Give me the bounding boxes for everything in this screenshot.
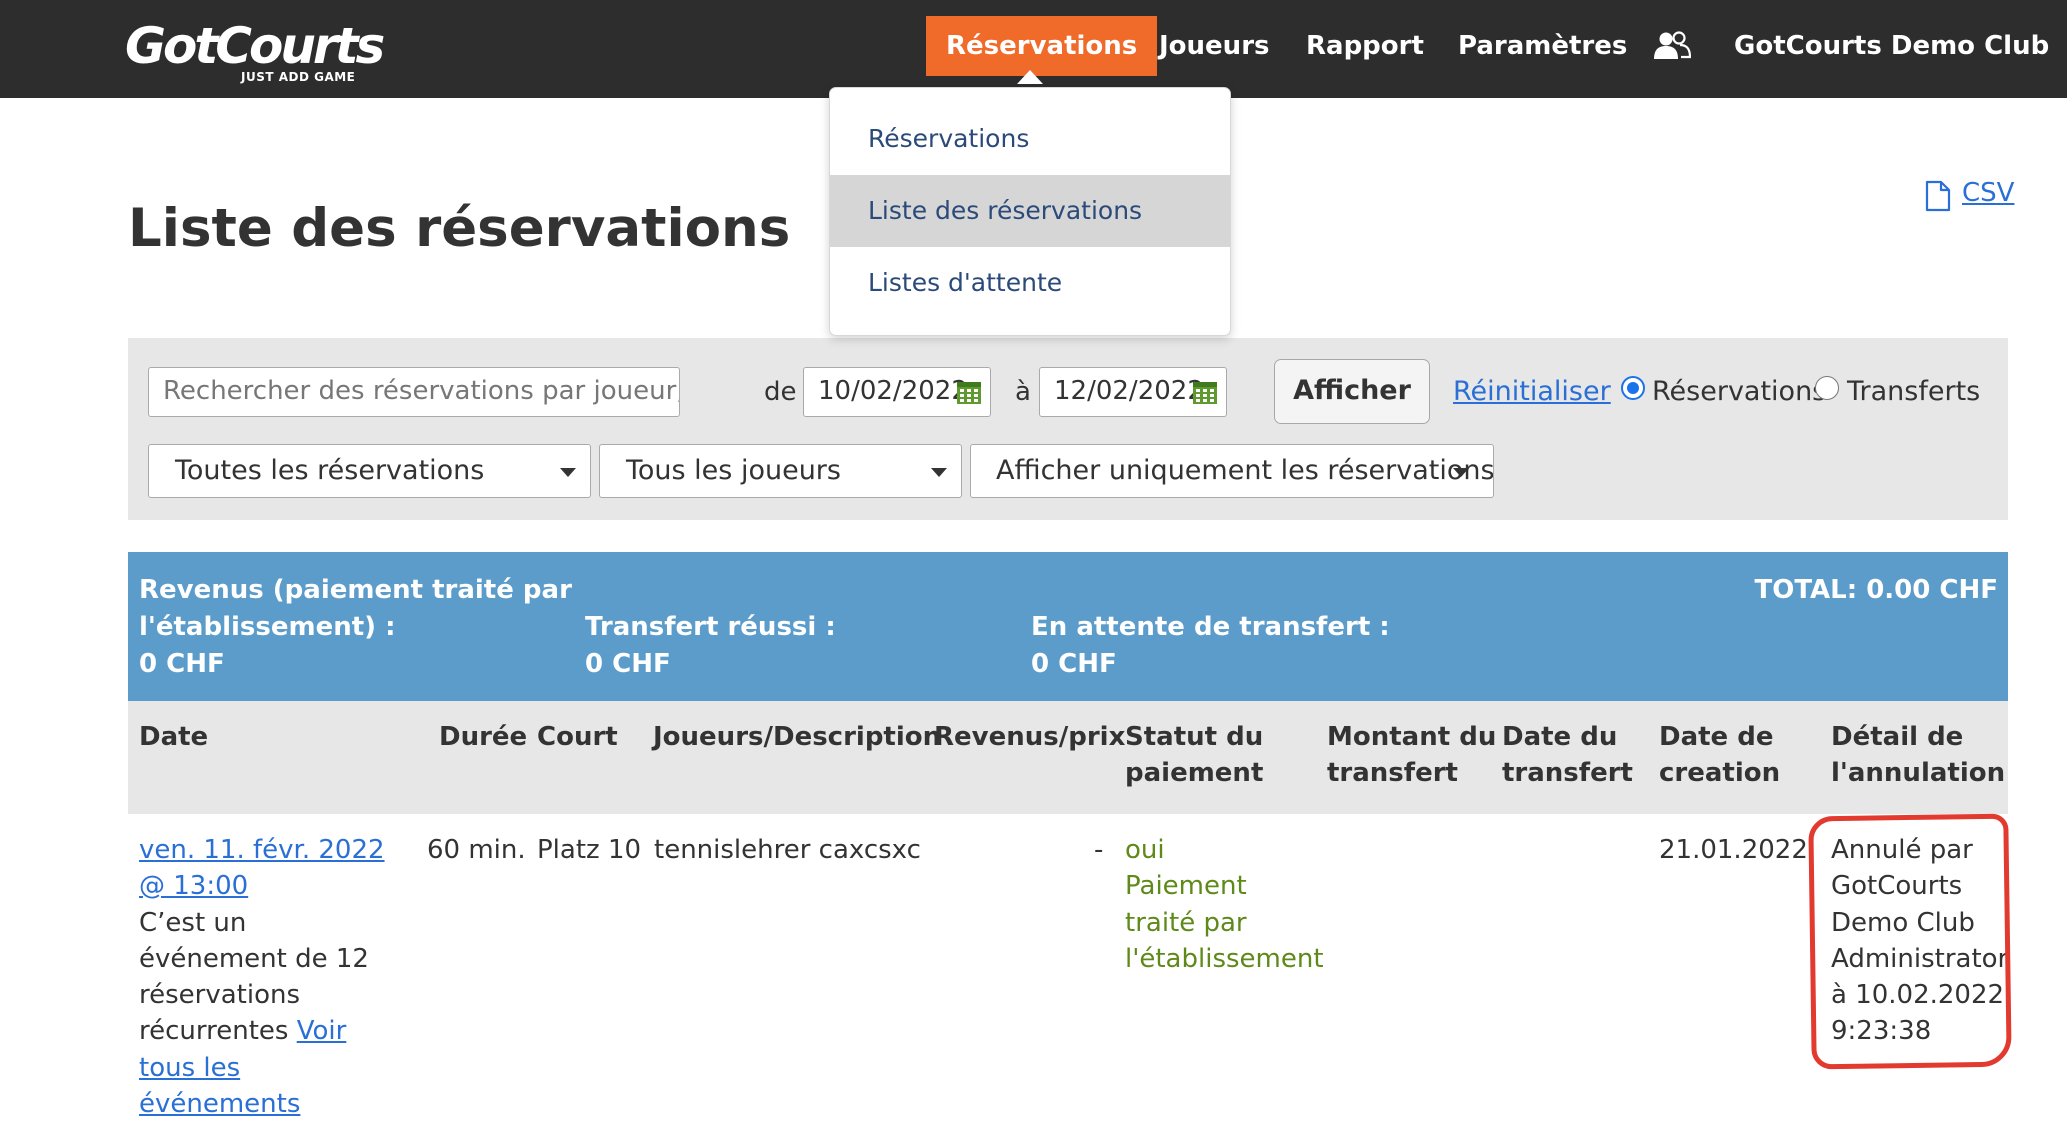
booking-date-line1: ven. 11. févr. 2022 [139,835,385,865]
column-date: Date [139,722,209,752]
column-transfer-amount-line1: Montant du [1327,722,1497,752]
column-players: Joueurs/Description [653,722,942,752]
see-all-events-link[interactable]: Voir [297,1016,347,1046]
column-transfer-date: Date du transfert [1502,719,1633,791]
nav-players[interactable]: Joueurs [1159,16,1270,76]
from-label: de [764,377,797,407]
transfer-success-label: Transfert réussi : [585,612,836,642]
menu-item-reservations[interactable]: Réservations [830,103,1230,175]
calendar-icon[interactable] [956,379,982,405]
search-input[interactable]: Rechercher des réservations par joueur,.… [148,367,680,417]
nav-settings[interactable]: Paramètres [1458,16,1627,76]
column-transfer-date-line2: transfert [1502,758,1633,788]
from-date-input[interactable]: 10/02/2022 [803,367,991,417]
payment-status-line1: oui [1125,835,1165,865]
revenue-cell: - [1094,835,1104,865]
column-created-line2: creation [1659,758,1781,788]
radio-transfers-label: Transferts [1847,376,1981,407]
logo-wordmark: GotCourts [125,17,385,75]
revenue-summary: Revenus (paiement traité par l'établisse… [139,572,572,683]
court-cell: Platz 10 [537,835,642,865]
revenue-label-line1: Revenus (paiement traité par [139,575,572,605]
payment-status-cell: oui Paiement traité par l'établissement [1125,832,1324,977]
booking-date-line2: @ 13:00 [139,871,249,902]
column-transfer-amount-line2: transfert [1327,758,1458,788]
recurrence-text-line2: événement de 12 [139,943,369,974]
payment-status-line4: l'établissement [1125,943,1324,974]
logo-tagline: JUST ADD GAME [241,70,356,84]
column-cancellation-line2: l'annulation [1831,758,2006,788]
player-select[interactable]: Tous les joueurs [599,444,962,498]
to-date-input[interactable]: 12/02/2022 [1039,367,1227,417]
reservation-type-value: Toutes les réservations [175,455,485,486]
column-created: Date de creation [1659,719,1780,791]
column-cancellation-line1: Détail de [1831,722,1964,752]
radio-reservations-label: Réservations [1652,376,1827,407]
revenue-summary-banner: Revenus (paiement traité par l'établisse… [128,552,2008,701]
cancelled-filter-select[interactable]: Afficher uniquement les réservations ann… [970,444,1494,498]
players-cell: tennislehrer caxcsxc [654,835,921,865]
reset-link[interactable]: Réinitialiser [1453,367,1611,417]
date-cell: ven. 11. févr. 2022 @ 13:00 C’est un évé… [139,832,385,1122]
recurrence-text-line3: réservations [139,980,301,1011]
recurrence-text-line1: C’est un [139,907,247,938]
show-button[interactable]: Afficher [1274,359,1430,424]
radio-transfers[interactable] [1815,376,1839,400]
payment-status-line3: traité par [1125,907,1247,938]
users-icon[interactable] [1653,30,1691,60]
created-date-cell: 21.01.2022 [1659,835,1808,865]
player-select-value: Tous les joueurs [626,455,841,486]
annotation-highlight [1808,813,2012,1070]
recurrence-text-line4: récurrentes [139,1016,289,1047]
gotcourts-logo[interactable]: GotCourts JUST ADD GAME [125,18,385,88]
table-header: Date Durée Court Joueurs/Description Rev… [128,701,2008,814]
column-transfer-date-line1: Date du [1502,722,1618,752]
pending-transfer-label: En attente de transfert : [1031,612,1390,642]
payment-status-line2: Paiement [1125,871,1247,902]
column-court: Court [537,722,618,752]
nav-reservations[interactable]: Réservations [926,16,1158,76]
column-payment-status-line1: Statut du [1125,722,1264,752]
chevron-down-icon [931,468,947,477]
revenue-label-line2: l'établissement) : [139,612,396,642]
cancelled-filter-value: Afficher uniquement les réservations ann… [996,455,1494,486]
column-revenue: Revenus/prix [934,722,1126,752]
column-payment-status: Statut du paiement [1125,719,1263,791]
menu-item-reservation-list[interactable]: Liste des réservations [830,175,1230,247]
reservation-type-select[interactable]: Toutes les réservations [148,444,591,498]
transfer-success-value: 0 CHF [585,649,671,679]
transfer-success-summary: Transfert réussi : 0 CHF [585,609,836,683]
dropdown-caret [1017,70,1043,84]
see-all-events-link-line2[interactable]: tous les [139,1050,385,1086]
column-created-line1: Date de [1659,722,1774,752]
pending-transfer-value: 0 CHF [1031,649,1117,679]
total-amount: TOTAL: 0.00 CHF [1754,575,1999,605]
nav-club[interactable]: GotCourts Demo Club [1734,16,2049,76]
chevron-down-icon [1453,468,1469,477]
from-date-value: 10/02/2022 [818,376,968,406]
radio-reservations[interactable] [1621,376,1645,400]
see-all-events-link-line3[interactable]: événements [139,1086,385,1122]
booking-date-link[interactable]: ven. 11. févr. 2022 @ 13:00 [139,832,385,905]
menu-item-waiting-lists[interactable]: Listes d'attente [830,247,1230,319]
reservations-dropdown-menu: Réservations Liste des réservations List… [829,87,1231,336]
column-duration: Durée [439,722,528,752]
csv-label: CSV [1962,178,2015,208]
column-payment-status-line2: paiement [1125,758,1264,788]
pending-transfer-summary: En attente de transfert : 0 CHF [1031,609,1390,683]
chevron-down-icon [560,468,576,477]
filter-panel: Rechercher des réservations par joueur,.… [128,338,2008,520]
column-transfer-amount: Montant du transfert [1327,719,1496,791]
to-date-value: 12/02/2022 [1054,376,1204,406]
nav-report[interactable]: Rapport [1306,16,1424,76]
column-cancellation: Détail de l'annulation [1831,719,2005,791]
calendar-icon[interactable] [1192,379,1218,405]
revenue-value: 0 CHF [139,649,225,679]
page-title: Liste des réservations [128,198,791,259]
duration-cell: 60 min. [427,835,526,865]
to-label: à [1015,377,1031,407]
document-icon [1925,180,1951,212]
